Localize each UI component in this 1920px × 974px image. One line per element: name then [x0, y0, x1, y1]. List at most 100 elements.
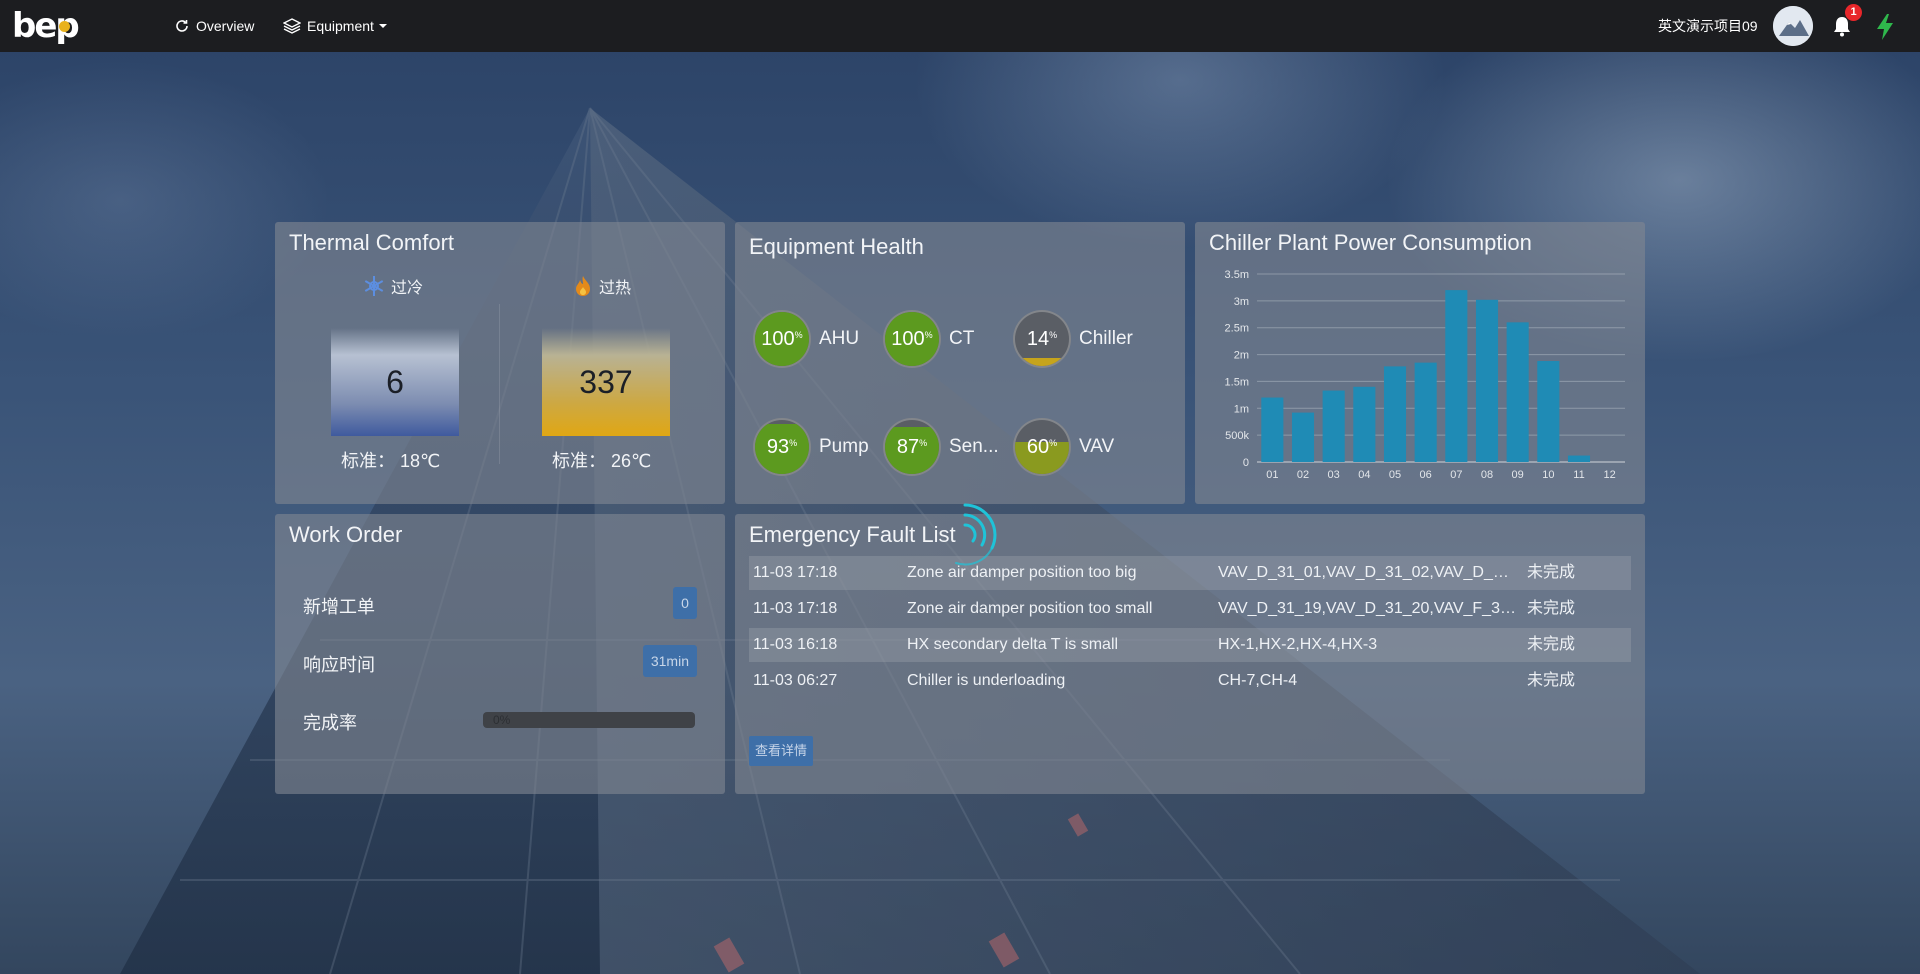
response-time-label: 响应时间	[303, 655, 375, 675]
bar[interactable]	[1414, 362, 1437, 462]
health-percent-unit: %	[1049, 437, 1058, 448]
work-order-panel: Work Order 新增工单 0 响应时间 31min 完成率 0%	[275, 514, 725, 794]
health-percent-value: 93	[766, 435, 790, 458]
health-percent-unit: %	[794, 329, 803, 340]
nav-overview[interactable]: Overview	[174, 0, 254, 52]
overheat-label-text: 过热	[599, 280, 632, 297]
health-percent-unit: %	[924, 329, 933, 340]
chiller-power-panel: Chiller Plant Power Consumption 0 500k 1m 1…	[1195, 222, 1645, 504]
fault-equipment: VAV_D_31_19,VAV_D_31_20,VAV_F_31_01	[1218, 600, 1516, 617]
bar[interactable]	[1261, 397, 1284, 462]
x-tick-label: 10	[1542, 469, 1554, 481]
notification-badge: 1	[1845, 4, 1862, 21]
fault-equipment: VAV_D_31_01,VAV_D_31_02,VAV_D_31_03	[1218, 564, 1516, 581]
health-gauge: 100%	[753, 310, 811, 368]
response-time-badge[interactable]: 31min	[642, 645, 697, 677]
bar[interactable]	[1383, 366, 1407, 462]
overheat-label: 过热	[573, 274, 631, 298]
completion-progress-bar: 0%	[483, 712, 695, 728]
bar[interactable]	[1353, 386, 1376, 462]
bar[interactable]	[1445, 290, 1468, 462]
health-percent-unit: %	[789, 437, 798, 448]
equipment-health-title: Equipment Health	[749, 234, 924, 259]
fault-time: 11-03 06:27	[753, 672, 838, 689]
flame-icon	[576, 276, 590, 296]
equipment-name: Chiller	[1079, 328, 1133, 349]
loading-spinner-icon	[955, 503, 997, 566]
new-order-badge[interactable]: 0	[673, 587, 697, 619]
equipment-health-item[interactable]: 93% Pump	[753, 418, 881, 476]
health-percent-value: 100	[761, 327, 795, 350]
equipment-name: Sen...	[949, 436, 999, 457]
view-details-button[interactable]: 查看详情	[749, 736, 814, 766]
fault-time: 11-03 16:18	[753, 636, 838, 653]
equipment-health-item[interactable]: 60% VAV	[1013, 418, 1141, 476]
y-tick-label: 3m	[1234, 296, 1249, 308]
snowflake-icon	[364, 276, 384, 296]
health-percent: 93%	[755, 420, 809, 474]
fault-equipment: HX-1,HX-2,HX-4,HX-3	[1218, 636, 1378, 653]
overheat-standard: 标准： 26℃	[552, 451, 652, 471]
x-tick-label: 07	[1450, 469, 1462, 481]
y-tick-label: 1m	[1234, 403, 1249, 415]
fault-row[interactable]: 11-03 17:18 Zone air damper position too …	[749, 592, 1631, 626]
health-percent-unit: %	[919, 437, 928, 448]
fault-row[interactable]: 11-03 16:18 HX secondary delta T is small…	[749, 628, 1631, 662]
fault-equipment: CH-7,CH-4	[1218, 672, 1298, 689]
health-gauge: 87%	[883, 418, 941, 476]
health-percent: 100%	[885, 312, 939, 366]
completion-progress-text: 0%	[493, 713, 511, 727]
health-gauge: 60%	[1013, 418, 1071, 476]
bar[interactable]	[1567, 455, 1591, 462]
nav-equipment-dropdown[interactable]: Equipment	[283, 0, 387, 52]
avatar[interactable]	[1773, 6, 1813, 46]
equipment-health-item[interactable]: 100% CT	[883, 310, 1011, 368]
x-tick-label: 12	[1604, 469, 1616, 481]
x-tick-label: 11	[1573, 469, 1584, 481]
x-tick-label: 01	[1266, 469, 1278, 481]
equipment-name: VAV	[1079, 436, 1115, 457]
fault-row[interactable]: 11-03 06:27 Chiller is underloading CH-7,C…	[749, 664, 1631, 698]
x-tick-label: 03	[1328, 469, 1340, 481]
y-tick-label: 2.5m	[1225, 323, 1249, 335]
bar[interactable]	[1475, 299, 1499, 462]
bar[interactable]	[1322, 390, 1345, 462]
health-gauge: 14%	[1013, 310, 1071, 368]
fault-status: 未完成	[1527, 636, 1576, 653]
overcool-label: 过冷	[363, 274, 423, 298]
lightning-icon[interactable]	[1875, 13, 1895, 41]
thermal-comfort-panel: Thermal Comfort 过冷 过热 6 337 标准： 18℃ 标准： …	[275, 222, 725, 504]
y-tick-label: 2m	[1234, 350, 1249, 362]
overcool-standard: 标准： 18℃	[341, 451, 441, 471]
health-percent: 60%	[1015, 420, 1069, 474]
bar[interactable]	[1506, 322, 1529, 462]
health-percent-value: 87	[896, 435, 920, 458]
fault-time: 11-03 17:18	[753, 600, 838, 617]
health-percent: 87%	[885, 420, 939, 474]
health-percent: 100%	[755, 312, 809, 366]
overcool-label-text: 过冷	[391, 280, 424, 297]
emergency-fault-panel: Emergency Fault List 11-03 17:18 Zone air…	[735, 514, 1645, 794]
thermal-comfort-title: Thermal Comfort	[289, 230, 455, 255]
health-percent-unit: %	[1049, 329, 1058, 340]
project-name[interactable]: 英文演示项目09	[1658, 0, 1758, 52]
completion-rate-label: 完成率	[303, 713, 357, 733]
x-tick-label: 05	[1389, 469, 1401, 481]
y-tick-label: 3.5m	[1225, 269, 1249, 281]
fault-row[interactable]: 11-03 17:18 Zone air damper position too …	[749, 556, 1631, 590]
top-nav-bar: bep Overview Equipment 英文演示项目09 1	[0, 0, 1920, 52]
fault-status: 未完成	[1527, 672, 1576, 689]
bar[interactable]	[1291, 412, 1315, 462]
equipment-health-item[interactable]: 100% AHU	[753, 310, 881, 368]
logo[interactable]: bep	[12, 8, 102, 44]
equipment-health-item[interactable]: 87% Sen...	[883, 418, 1011, 476]
equipment-health-item[interactable]: 14% Chiller	[1013, 310, 1141, 368]
equipment-name: CT	[949, 328, 975, 349]
x-tick-label: 08	[1481, 469, 1493, 481]
nav-overview-label: Overview	[196, 18, 255, 34]
y-tick-label: 1.5m	[1225, 376, 1249, 388]
avatar-image	[1773, 6, 1813, 46]
fault-time: 11-03 17:18	[753, 564, 838, 581]
y-tick-label: 500k	[1225, 430, 1249, 442]
bar[interactable]	[1537, 361, 1560, 462]
